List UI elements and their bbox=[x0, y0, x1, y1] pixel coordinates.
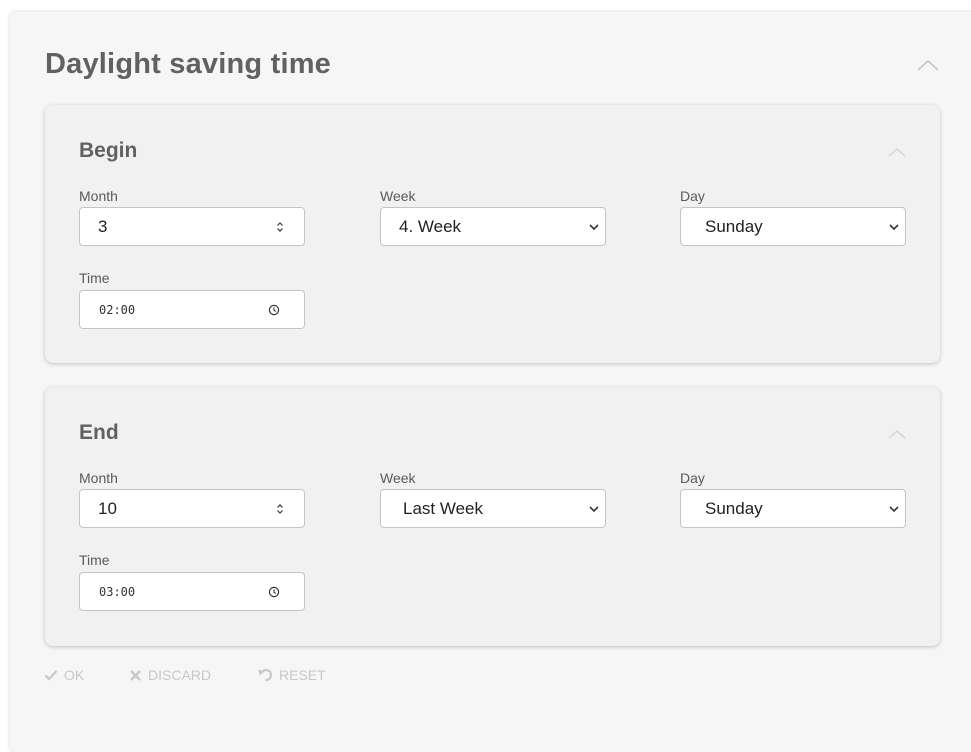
begin-week-select[interactable]: 4. Week bbox=[380, 207, 606, 246]
clock-icon[interactable] bbox=[268, 586, 280, 598]
end-day-value: Sunday bbox=[705, 499, 763, 518]
ok-label: OK bbox=[64, 667, 85, 683]
chevron-up-icon[interactable] bbox=[887, 147, 907, 157]
end-time-label: Time bbox=[79, 552, 110, 568]
begin-card: Begin Month 3 Week 4. Week Day Sunday Ti… bbox=[45, 105, 940, 363]
clock-icon[interactable] bbox=[268, 304, 280, 316]
end-month-value: 10 bbox=[98, 499, 117, 518]
panel-title: Daylight saving time bbox=[45, 48, 332, 80]
end-time-input[interactable]: 03:00 bbox=[79, 572, 305, 611]
discard-label: DISCARD bbox=[148, 667, 212, 683]
x-icon bbox=[130, 669, 141, 681]
begin-day-label: Day bbox=[680, 188, 705, 204]
end-day-label: Day bbox=[680, 470, 705, 486]
chevron-down-icon bbox=[589, 506, 599, 513]
begin-time-input[interactable]: 02:00 bbox=[79, 290, 305, 329]
begin-month-stepper[interactable]: 3 bbox=[79, 207, 305, 246]
dst-panel: Daylight saving time Begin Month 3 Week … bbox=[10, 12, 971, 752]
begin-time-label: Time bbox=[79, 270, 110, 286]
chevron-up-icon[interactable] bbox=[887, 429, 907, 439]
end-month-label: Month bbox=[79, 470, 118, 486]
begin-time-value: 02:00 bbox=[99, 303, 136, 317]
ok-button[interactable]: OK bbox=[44, 667, 84, 683]
chevron-down-icon bbox=[889, 506, 899, 513]
end-week-select[interactable]: Last Week bbox=[380, 489, 606, 528]
begin-month-value: 3 bbox=[98, 217, 108, 236]
begin-day-select[interactable]: Sunday bbox=[680, 207, 906, 246]
reset-label: RESET bbox=[279, 667, 326, 683]
begin-week-value: 4. Week bbox=[399, 217, 462, 236]
begin-month-label: Month bbox=[79, 188, 118, 204]
end-title: End bbox=[79, 421, 119, 444]
begin-title: Begin bbox=[79, 139, 138, 162]
end-week-value: Last Week bbox=[403, 499, 484, 518]
undo-icon bbox=[258, 668, 273, 682]
spinner-arrows-icon[interactable] bbox=[276, 503, 284, 515]
spinner-arrows-icon[interactable] bbox=[276, 221, 284, 233]
end-week-label: Week bbox=[380, 470, 416, 486]
end-time-value: 03:00 bbox=[99, 585, 136, 599]
reset-button[interactable]: RESET bbox=[258, 667, 326, 683]
chevron-down-icon bbox=[589, 224, 599, 231]
end-day-select[interactable]: Sunday bbox=[680, 489, 906, 528]
end-card: End Month 10 Week Last Week Day Sunday T… bbox=[45, 387, 940, 646]
chevron-down-icon bbox=[889, 224, 899, 231]
chevron-up-icon[interactable] bbox=[916, 58, 940, 72]
check-icon bbox=[44, 670, 58, 681]
begin-week-label: Week bbox=[380, 188, 416, 204]
discard-button[interactable]: DISCARD bbox=[129, 667, 211, 683]
end-month-stepper[interactable]: 10 bbox=[79, 489, 305, 528]
begin-day-value: Sunday bbox=[705, 217, 763, 236]
